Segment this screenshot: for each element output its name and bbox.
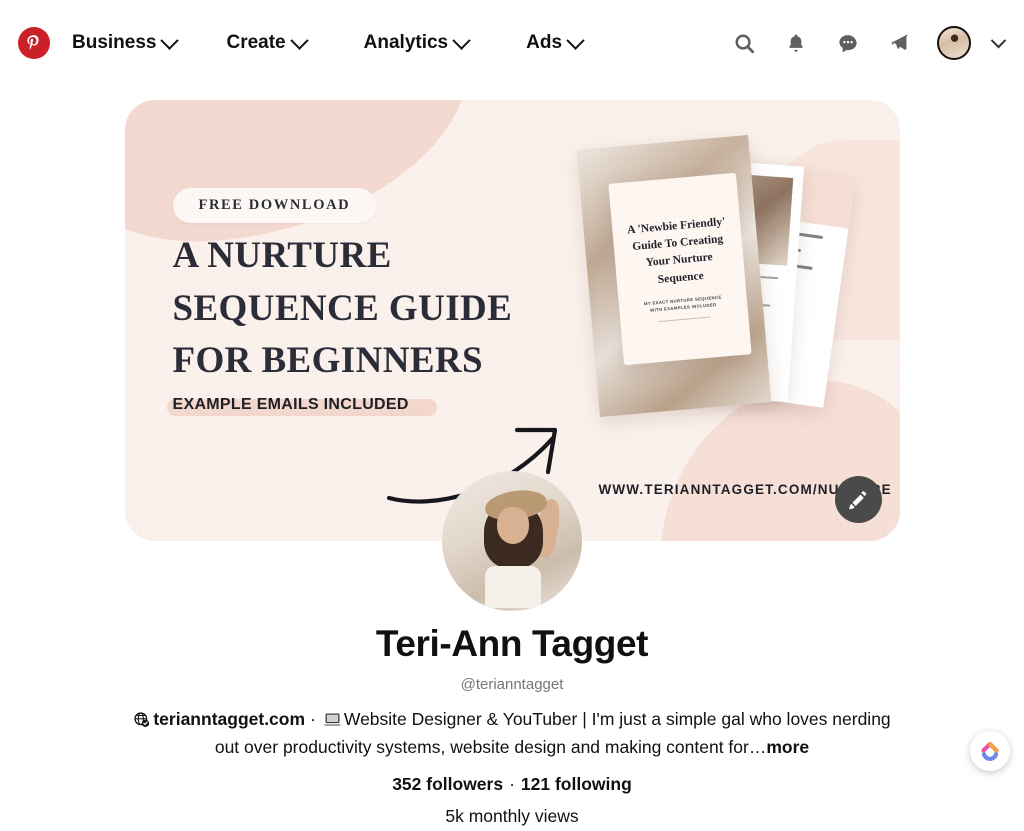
nav-item-create[interactable]: Create: [216, 24, 315, 62]
chevron-down-icon: [160, 30, 180, 50]
banner-subline-wrapper: EXAMPLE EMAILS INCLUDED: [166, 396, 437, 416]
bio-separator: ·: [310, 708, 316, 729]
lead-magnet-mockup-stack: A 'Newbie Friendly' Guide To Creating Yo…: [576, 135, 890, 432]
nav-item-ads[interactable]: Ads: [516, 24, 592, 62]
banner-headline-line-1: A NURTURE: [172, 235, 392, 276]
nav-item-ads-label: Ads: [526, 32, 563, 53]
avatar-face: [496, 507, 529, 544]
profile-website[interactable]: terianntagget.com: [153, 709, 305, 729]
profile-handle: @terianntagget: [460, 675, 564, 693]
profile-avatar[interactable]: [442, 471, 582, 611]
bell-icon[interactable]: [781, 28, 811, 58]
edit-banner-button[interactable]: [834, 476, 882, 523]
megaphone-icon[interactable]: [885, 28, 915, 58]
search-icon[interactable]: [729, 28, 759, 58]
nav-item-business-label: Business: [72, 32, 157, 53]
profile-bio: terianntagget.com · Website Designer & Yo…: [125, 707, 900, 762]
banner-pill-label: FREE DOWNLOAD: [172, 188, 377, 223]
mockup-title: A 'Newbie Friendly' Guide To Creating Yo…: [626, 215, 726, 286]
laptop-icon: [323, 710, 342, 736]
chevron-down-icon: [452, 30, 471, 50]
mockup-cover-card: A 'Newbie Friendly' Guide To Creating Yo…: [607, 172, 752, 366]
nav-item-business[interactable]: Business: [62, 24, 186, 62]
profile-display-name: Teri-Ann Tagget: [375, 623, 649, 664]
bio-more-link[interactable]: more: [766, 737, 809, 757]
following-count[interactable]: 121 following: [521, 774, 632, 794]
avatar-clothing: [485, 566, 542, 609]
pinterest-logo-icon[interactable]: [18, 27, 50, 59]
nav-item-analytics-label: Analytics: [363, 32, 449, 53]
banner-subline: EXAMPLE EMAILS INCLUDED: [172, 396, 409, 413]
chevron-down-icon[interactable]: [990, 32, 1007, 48]
chevron-down-icon: [566, 30, 585, 50]
mockup-subtitle: MY EXACT NURTURE SEQUENCE WITH EXAMPLES …: [643, 293, 722, 314]
profile-stats: 352 followers · 121 following: [0, 774, 1024, 795]
nav-item-create-label: Create: [226, 32, 286, 53]
nav-left-group: Business Create Analytics Ads: [18, 24, 592, 62]
nav-right-group: [729, 26, 1007, 60]
banner-headline: A NURTURE SEQUENCE GUIDE FOR BEGINNERS: [173, 230, 593, 388]
chevron-down-icon: [289, 30, 309, 50]
followers-count[interactable]: 352 followers: [392, 774, 503, 794]
monthly-views: 5k monthly views: [445, 806, 579, 827]
top-navigation-bar: Business Create Analytics Ads: [0, 0, 1024, 86]
verified-globe-icon: [133, 710, 150, 736]
nav-item-analytics[interactable]: Analytics: [354, 24, 478, 62]
messages-icon[interactable]: [833, 28, 863, 58]
profile-section: Teri-Ann Tagget @terianntagget teriannta…: [0, 471, 1024, 827]
pencil-icon: [849, 490, 867, 509]
stats-separator: ·: [509, 774, 515, 795]
account-avatar[interactable]: [937, 26, 971, 60]
mockup-divider: [657, 316, 710, 323]
chevron-arc-widget-icon[interactable]: [970, 731, 1010, 771]
banner-headline-line-2: SEQUENCE GUIDE: [172, 287, 513, 329]
